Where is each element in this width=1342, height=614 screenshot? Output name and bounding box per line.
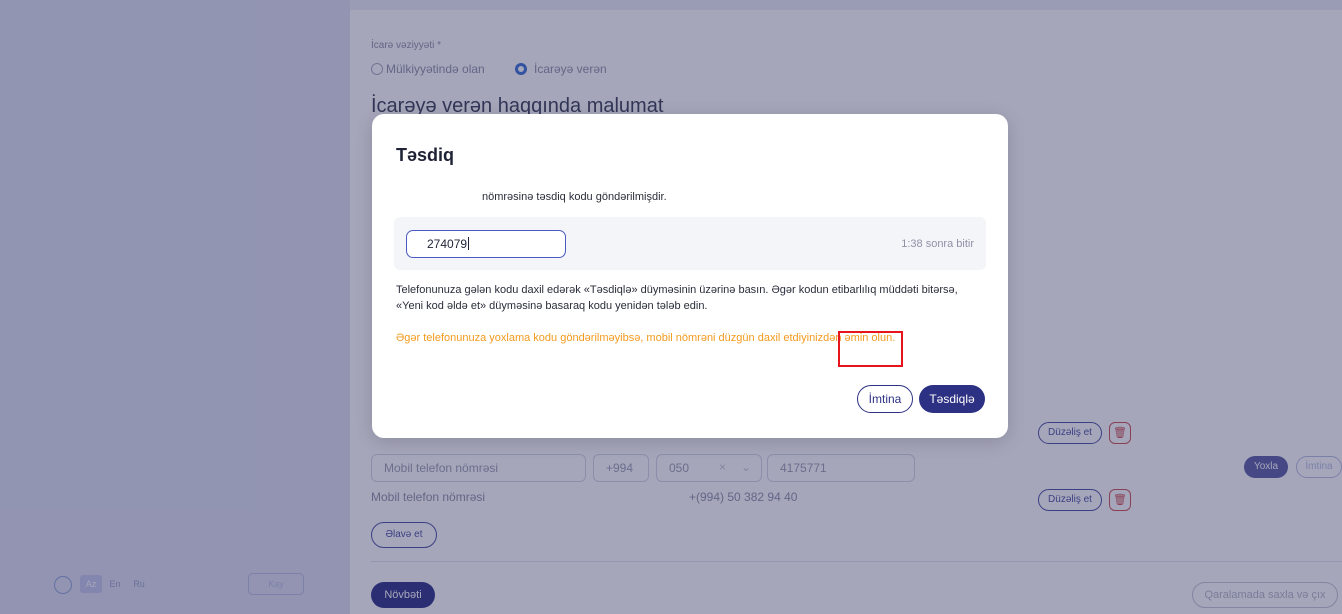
modal-title: Təsdiq: [396, 145, 455, 165]
confirm-button[interactable]: Təsdiqlə: [919, 385, 985, 413]
code-panel: 274079 1:38 sonra bitir: [394, 217, 986, 270]
info-text: Telefonunuza gələn kodu daxil edərək «Tə…: [396, 284, 958, 312]
confirm-modal: Təsdiq nömrəsinə təsdiq kodu göndərilmiş…: [372, 114, 1008, 438]
code-value: 274079: [427, 237, 468, 251]
cancel-button[interactable]: İmtina: [857, 385, 913, 413]
code-input[interactable]: 274079: [406, 230, 566, 258]
warning-text: Əgər telefonunuza yoxlama kodu göndərilm…: [396, 332, 896, 344]
sent-message: nömrəsinə təsdiq kodu göndərilmişdir.: [482, 191, 667, 203]
timer-text: 1:38 sonra bitir: [901, 238, 974, 250]
text-caret: [468, 237, 470, 250]
highlight-box: [838, 331, 903, 367]
